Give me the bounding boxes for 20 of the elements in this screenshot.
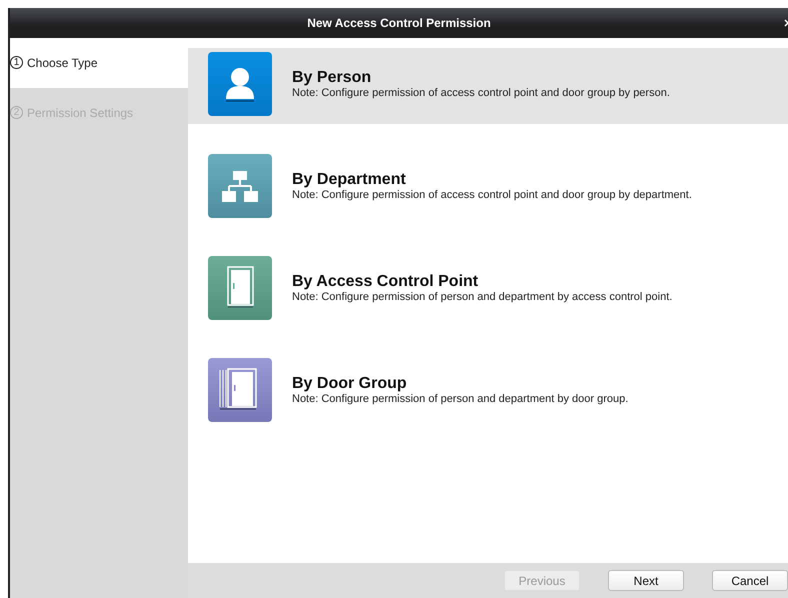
org-chart-icon	[208, 154, 272, 218]
window-title: New Access Control Permission	[307, 16, 491, 30]
option-item[interactable]: By Access Control Point Note: Configure permission of person and department by access control point.	[188, 252, 788, 328]
option-note: Note: Configure permission of person and department by access control point.	[292, 291, 672, 303]
option-note: Note: Configure permission of access control point and door group by person.	[292, 87, 670, 99]
option-item[interactable]: By Person Note: Configure permission of access control point and door group by person.	[188, 48, 788, 124]
step-item[interactable]: 1 Choose Type	[10, 38, 188, 88]
doors-icon	[208, 358, 272, 422]
option-note: Note: Configure permission of access control point and door group by department.	[292, 189, 692, 201]
option-item[interactable]: By Department Note: Configure permission of access control point and door group by department.	[188, 150, 788, 226]
option-title: By Person	[292, 69, 372, 87]
next-button[interactable]: Next	[608, 570, 684, 591]
cancel-button[interactable]: Cancel	[712, 570, 788, 591]
option-title: By Access Control Point	[292, 273, 480, 291]
option-title: By Door Group	[292, 375, 408, 393]
option-note: Note: Configure permission of person and department by door group.	[292, 393, 628, 405]
option-title: By Department	[292, 171, 407, 189]
option-item[interactable]: By Door Group Note: Configure permission of person and department by door group.	[188, 354, 788, 430]
person-icon	[208, 52, 272, 116]
door-icon	[208, 256, 272, 320]
